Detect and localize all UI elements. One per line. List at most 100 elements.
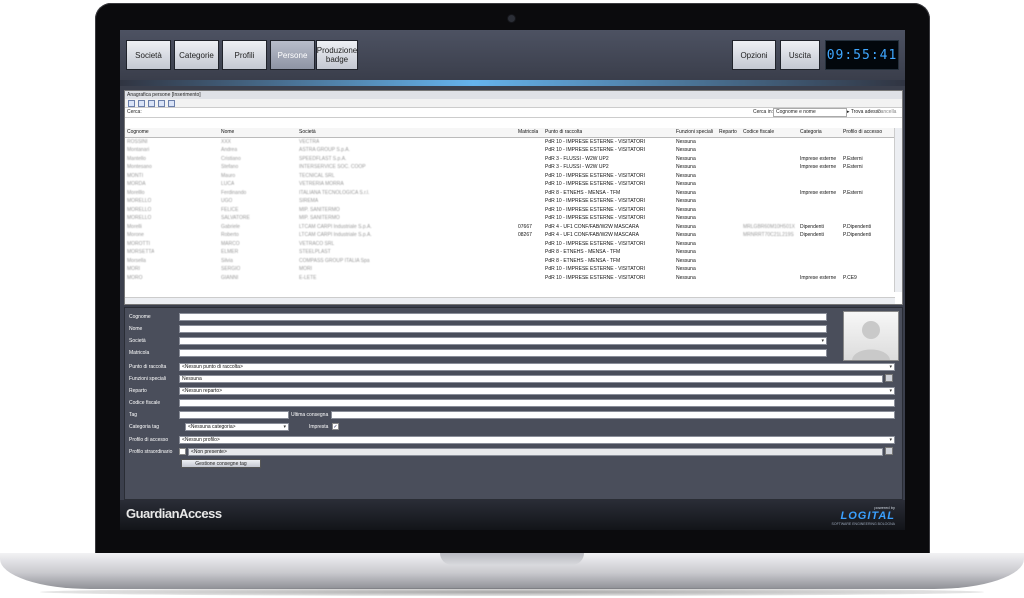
cell-cognome: MONTI (127, 172, 144, 179)
col-reparto[interactable]: Reparto (719, 129, 737, 135)
row-tag: Tag Ultima consegna (125, 410, 902, 420)
col-punto-raccolta[interactable]: Punto di raccolta (545, 129, 582, 135)
table-body: ROSSINI XXX VECTRA PdR 10 - IMPRESE ESTERNE… (125, 138, 902, 283)
nav-produzione-badge-button[interactable]: Produzione badge (316, 40, 358, 70)
new-icon[interactable] (128, 99, 135, 107)
cell-cognome: Morone (127, 232, 144, 238)
cell-societa: INTERSERVICE SOC. COOP (299, 164, 366, 170)
funzioni-field[interactable]: Nessuna (179, 375, 883, 383)
copy-icon[interactable] (148, 99, 155, 107)
table-row[interactable]: Morone Roberto LTCAM CARPI Industriale S.p… (125, 231, 902, 240)
cell-cognome: Morsella (127, 257, 146, 264)
impresta-checkbox[interactable]: ✓ (332, 423, 339, 430)
row-funzioni: Funzioni speciali Nessuna (125, 374, 902, 384)
categoria-tag-select[interactable]: <Nessuna categoria> ▾ (185, 423, 289, 431)
cell-funzioni: Nessuna (676, 206, 696, 213)
categoria-tag-value: <Nessuna categoria> (188, 424, 236, 430)
table-row[interactable]: Morelli Gabriele LTCAM CARPI Industriale S… (125, 223, 902, 232)
straordinario-value: <Non presente> (191, 449, 227, 455)
matricola-field[interactable] (179, 349, 827, 357)
cell-cognome: ROSSINI (127, 138, 148, 145)
table-row[interactable]: MORI SERGIO MORI PdR 10 - IMPRESE ESTERNE -… (125, 265, 902, 274)
cell-societa: VETRERIA MORRA (299, 181, 344, 187)
funzioni-browse-button[interactable] (885, 374, 893, 382)
cell-cognome: MORDA (127, 181, 146, 187)
cognome-field[interactable] (179, 313, 827, 321)
table-row[interactable]: Morelllo Ferdinando ITALIANA TECNOLOGICA S… (125, 189, 902, 198)
table-header: Cognome Nome Società Matricola Punto di … (125, 128, 902, 138)
table-row[interactable]: MORSETTA ELMER STEELPLAST PdR 8 - ETNEHS - … (125, 248, 902, 257)
nome-field[interactable] (179, 325, 827, 333)
find-now-button[interactable]: ▸ Trova adesso (847, 109, 881, 115)
straordinario-field[interactable]: <Non presente> (188, 448, 883, 456)
col-matricola[interactable]: Matricola (518, 129, 538, 135)
nav-categorie-button[interactable]: Categorie (174, 40, 219, 70)
col-categoria[interactable]: Categoria (800, 129, 822, 135)
gestione-consegne-tag-button[interactable]: Gestione consegne tag (181, 459, 261, 468)
cell-nome: Andrea (221, 147, 238, 153)
ultima-consegna-field[interactable] (331, 411, 895, 419)
profilo-select[interactable]: <Nessun profilo> ▾ (179, 436, 895, 444)
table-row[interactable]: MOROTTI MARCO VETRACO SRL PdR 10 - IMPRESE … (125, 240, 902, 249)
table-row[interactable]: MORELLO FELICE MIP. SANITERMO PdR 10 - IMPR… (125, 206, 902, 215)
societa-select[interactable]: ▾ (179, 337, 827, 345)
search-label: Cerca: (127, 109, 142, 115)
codice-field[interactable] (179, 399, 895, 407)
punto-select[interactable]: <Nessun punto di raccolta> ▾ (179, 363, 895, 371)
chevron-down-icon: ▾ (283, 424, 286, 430)
laptop-notch (440, 553, 584, 565)
profilo-value: <Nessun profilo> (182, 437, 220, 443)
tag-field[interactable] (179, 411, 289, 419)
refresh-icon[interactable] (158, 99, 165, 107)
cell-cognome: MORELLO (127, 215, 152, 221)
cell-societa: VETRACO SRL (299, 240, 335, 247)
table-horizontal-scrollbar[interactable] (125, 297, 895, 304)
table-row[interactable]: MONTI Mauro TECNICAL SRL PdR 10 - IMPRESE E… (125, 172, 902, 181)
person-detail-form: Cognome Nome Società ▾ Matricola Punto d… (124, 307, 903, 500)
straordinario-browse-button[interactable] (885, 447, 893, 455)
row-societa: Società ▾ (125, 336, 902, 346)
opzioni-button[interactable]: Opzioni (732, 40, 776, 70)
table-row[interactable]: Mantello Cristiano SPEEDFLAST S.p.A. PdR 3 … (125, 155, 902, 164)
table-row[interactable]: Montanari Andrea ASTRA GROUP S.p.A. PdR 10 … (125, 146, 902, 155)
table-row[interactable]: MORELLO SALVATORE MIP. SANITERMO PdR 10 - I… (125, 214, 902, 223)
col-cognome[interactable]: Cognome (127, 129, 149, 135)
table-row[interactable]: Montesano Stefano INTERSERVICE SOC. COOP Pd… (125, 163, 902, 172)
societa-label: Società (129, 338, 146, 344)
table-vertical-scrollbar[interactable] (894, 128, 902, 292)
reparto-label: Reparto (129, 388, 147, 394)
col-codice-fiscale[interactable]: Codice fiscale (743, 129, 774, 135)
search-in-select[interactable]: Cognome e nome (773, 108, 847, 117)
col-societa[interactable]: Società (299, 129, 316, 135)
col-nome[interactable]: Nome (221, 129, 234, 135)
reparto-select[interactable]: <Nessun reparto> ▾ (179, 387, 895, 395)
laptop-shadow (40, 588, 984, 596)
bottom-brand-bar: GuardianAccess powered by LOGITAL SOFTWA… (120, 500, 905, 530)
nav-profili-button[interactable]: Profili (222, 40, 267, 70)
nav-persone-button[interactable]: Persone (270, 40, 315, 70)
camera-icon (508, 15, 515, 22)
cell-punto: PdR 4 - UF1 CONF/FAB/W2W MASCARA (545, 223, 639, 230)
table-row[interactable]: ROSSINI XXX VECTRA PdR 10 - IMPRESE ESTERNE… (125, 138, 902, 147)
cell-cognome: MORI (127, 266, 141, 272)
panel-title: Anagrafica persone [Inserimento] (125, 91, 902, 99)
persons-table: Cognome Nome Società Matricola Punto di … (125, 128, 902, 282)
table-row[interactable]: MORELLO UGO SIREMA PdR 10 - IMPRESE ESTERNE… (125, 197, 902, 206)
cell-societa: SPEEDFLAST S.p.A. (299, 155, 347, 162)
col-profilo-accesso[interactable]: Profilo di accesso (843, 129, 882, 135)
straordinario-checkbox[interactable] (179, 448, 186, 455)
table-row[interactable]: MORDA LUCA VETRERIA MORRA PdR 10 - IMPRESE … (125, 180, 902, 189)
uscita-button[interactable]: Uscita (780, 40, 820, 70)
nav-societa-button[interactable]: Società (126, 40, 171, 70)
person-photo[interactable] (843, 311, 899, 361)
export-icon[interactable] (168, 99, 175, 107)
table-row[interactable]: Morsella Silvia COMPASS GROUP ITALIA Spa Pd… (125, 257, 902, 266)
vendor-name: LOGITAL (840, 510, 895, 522)
table-row[interactable]: MORO GIANNI E-LETE PdR 10 - IMPRESE ESTERNE… (125, 274, 902, 283)
col-funzioni-speciali[interactable]: Funzioni speciali (676, 129, 713, 135)
cell-punto: PdR 4 - UF1 CONF/FAB/W2W MASCARA (545, 232, 639, 238)
cell-societa: ITALIANA TECNOLOGICA S.r.l. (299, 189, 370, 196)
save-icon[interactable] (138, 99, 145, 107)
cell-categoria: Imprese esterne (800, 155, 837, 162)
cancel-search-button[interactable]: Cancella (877, 109, 896, 115)
